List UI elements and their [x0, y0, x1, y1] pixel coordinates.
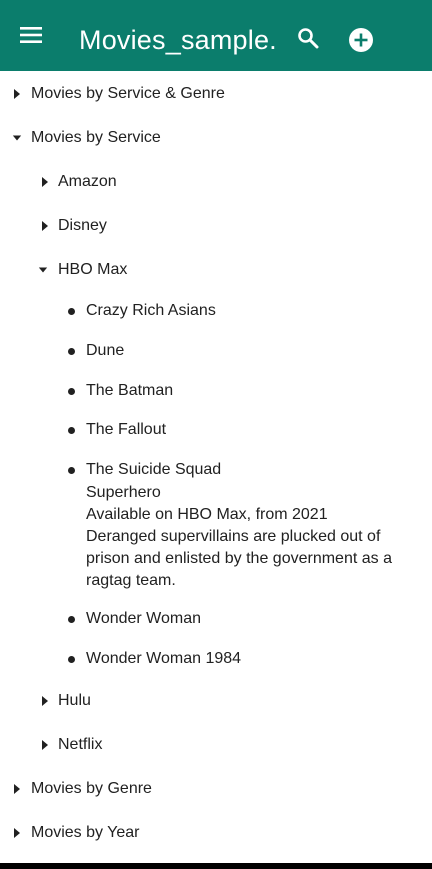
caret-right-icon[interactable]	[40, 694, 50, 708]
caret-right-icon[interactable]	[40, 738, 50, 752]
movie-description: Deranged supervillains are plucked out o…	[86, 528, 392, 589]
movie-title: The Fallout	[86, 421, 167, 438]
movie-title: Wonder Woman 1984	[86, 650, 242, 667]
tree-node-label: Movies by Service	[31, 129, 161, 146]
tree-node-genre[interactable]: Movies by Genre	[0, 774, 432, 804]
bullet-icon	[68, 308, 75, 315]
tree-node-label: Disney	[58, 217, 107, 234]
movie-availability: Available on HBO Max, from 2021	[86, 506, 328, 523]
list-item[interactable]: Crazy Rich Asians	[0, 299, 432, 323]
bullet-icon	[68, 467, 75, 474]
tree-node-label: Amazon	[58, 173, 117, 190]
tree-node-label: Movies by Service & Genre	[31, 85, 225, 102]
caret-right-icon[interactable]	[12, 87, 22, 101]
list-item[interactable]: Dune	[0, 339, 432, 363]
tree-node-netflix[interactable]: Netflix	[0, 730, 432, 760]
tree-node-service-genre[interactable]: Movies by Service & Genre	[0, 79, 432, 109]
app-root: Movies_sample... Movies by Service & Gen…	[0, 0, 432, 869]
tree-node-service[interactable]: Movies by Service	[0, 123, 432, 153]
movie-details: Superhero Available on HBO Max, from 202…	[86, 482, 406, 592]
tree-node-label: Movies by Year	[31, 824, 140, 841]
bullet-icon	[68, 348, 75, 355]
top-app-bar: Movies_sample...	[0, 0, 432, 71]
list-item[interactable]: Wonder Woman	[0, 607, 432, 631]
caret-right-icon[interactable]	[12, 782, 22, 796]
tree-node-hulu[interactable]: Hulu	[0, 686, 432, 716]
list-item[interactable]: The Batman	[0, 379, 432, 403]
caret-right-icon[interactable]	[40, 175, 50, 189]
tree-node-year[interactable]: Movies by Year	[0, 818, 432, 848]
add-circle-icon[interactable]	[347, 26, 375, 54]
list-item[interactable]: The Fallout	[0, 418, 432, 442]
tree-node-disney[interactable]: Disney	[0, 211, 432, 241]
caret-right-icon[interactable]	[40, 219, 50, 233]
movie-title: Wonder Woman	[86, 610, 202, 627]
list-item[interactable]: Wonder Woman 1984	[0, 647, 432, 671]
tree-node-label: Movies by Genre	[31, 780, 152, 797]
movie-title: The Batman	[86, 382, 174, 399]
caret-down-icon[interactable]	[38, 263, 48, 277]
bullet-icon	[68, 656, 75, 663]
tree-node-label: HBO Max	[58, 261, 128, 278]
caret-down-icon[interactable]	[12, 131, 22, 145]
movie-genre: Superhero	[86, 484, 161, 501]
tree-node-label: Netflix	[58, 736, 103, 753]
search-icon[interactable]	[294, 24, 322, 52]
bullet-icon	[68, 388, 75, 395]
system-nav-bar	[0, 863, 432, 869]
menu-icon[interactable]	[16, 20, 46, 50]
bullet-icon	[68, 427, 75, 434]
movie-title: The Suicide Squad	[86, 461, 222, 478]
tree-node-hbomax[interactable]: HBO Max	[0, 255, 432, 285]
bullet-icon	[68, 616, 75, 623]
app-title: Movies_sample...	[79, 25, 279, 55]
caret-right-icon[interactable]	[12, 826, 22, 840]
movie-title: Crazy Rich Asians	[86, 302, 216, 319]
tree-node-label: Hulu	[58, 692, 91, 709]
tree-node-amazon[interactable]: Amazon	[0, 167, 432, 197]
movie-title: Dune	[86, 342, 125, 359]
